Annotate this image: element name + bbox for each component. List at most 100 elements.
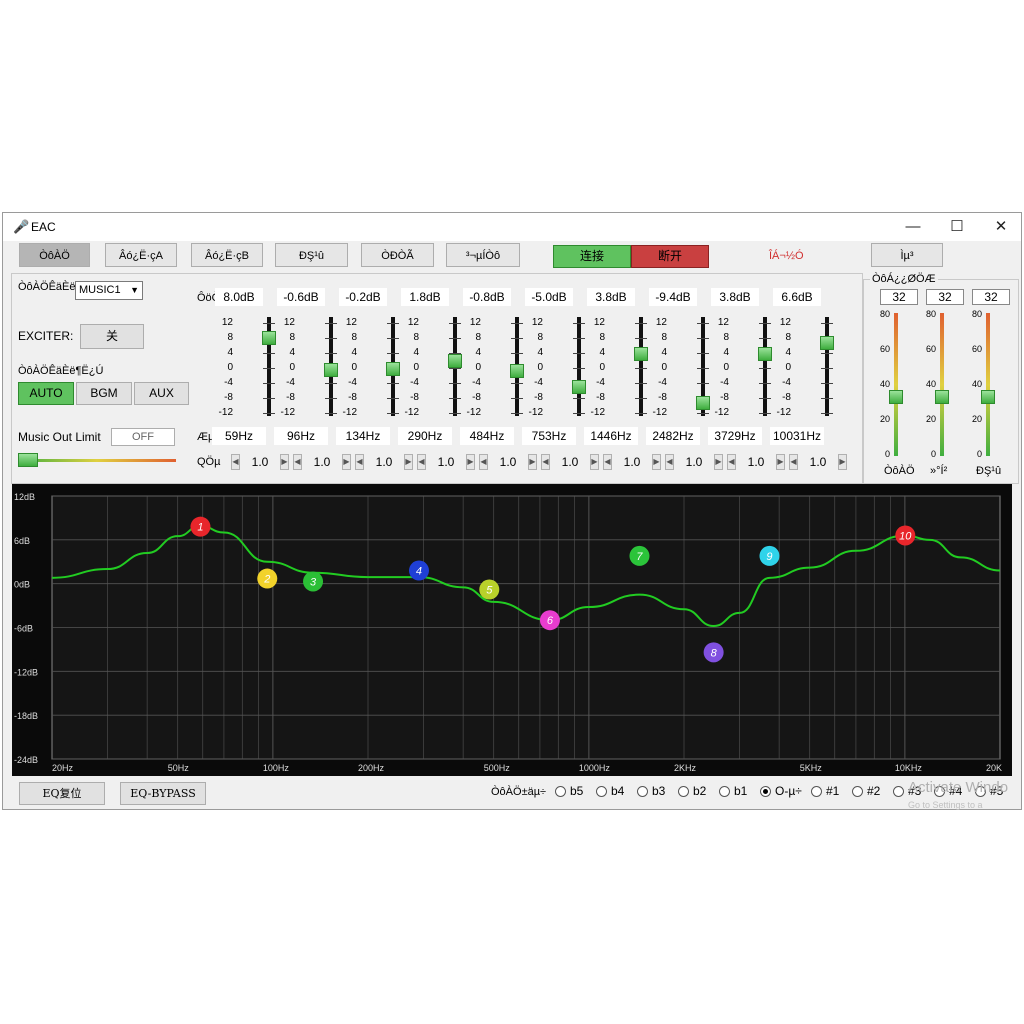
tab-mic-b[interactable]: Âó¿Ë·çB <box>191 243 263 267</box>
band-slider-thumb[interactable] <box>262 331 276 345</box>
band-slider-track[interactable] <box>825 317 829 416</box>
band-slider-track[interactable] <box>639 317 643 416</box>
source-select[interactable]: MUSIC1 ▼ <box>75 281 143 300</box>
q-increase-arrow[interactable]: ▶ <box>404 454 413 470</box>
q-decrease-arrow[interactable]: ◀ <box>789 454 798 470</box>
volume-slider-thumb[interactable] <box>935 390 949 404</box>
tab-mic-a[interactable]: Âó¿Ë·çA <box>105 243 177 267</box>
band-slider-track[interactable] <box>577 317 581 416</box>
band-q-spinner[interactable]: ◀ 1.0 ▶ <box>417 453 475 471</box>
volume-slider-track[interactable] <box>940 313 944 456</box>
radio-circle[interactable] <box>719 786 730 798</box>
volume-slider-thumb[interactable] <box>889 390 903 404</box>
band-slider-thumb[interactable] <box>758 346 772 361</box>
radio-circle[interactable] <box>852 786 863 798</box>
band-freq-value[interactable]: 10031Hz <box>770 427 824 445</box>
band-freq-value[interactable]: 753Hz <box>522 427 576 445</box>
q-decrease-arrow[interactable]: ◀ <box>293 454 302 470</box>
close-button[interactable]: ✕ <box>979 215 1023 239</box>
q-decrease-arrow[interactable]: ◀ <box>479 454 488 470</box>
q-increase-arrow[interactable]: ▶ <box>776 454 785 470</box>
band-q-spinner[interactable]: ◀ 1.0 ▶ <box>541 453 599 471</box>
q-decrease-arrow[interactable]: ◀ <box>231 454 240 470</box>
q-decrease-arrow[interactable]: ◀ <box>541 454 550 470</box>
limit-slider-thumb[interactable] <box>18 453 38 467</box>
volume-slider-track[interactable] <box>986 313 990 456</box>
band-freq-value[interactable]: 3729Hz <box>708 427 762 445</box>
minimize-button[interactable]: — <box>891 215 935 239</box>
radio-circle[interactable] <box>893 786 904 798</box>
q-decrease-arrow[interactable]: ◀ <box>417 454 426 470</box>
band-slider-thumb[interactable] <box>448 354 462 369</box>
band-freq-value[interactable]: 1446Hz <box>584 427 638 445</box>
q-increase-arrow[interactable]: ▶ <box>528 454 537 470</box>
band-slider-thumb[interactable] <box>324 363 338 378</box>
band-slider-thumb[interactable] <box>386 361 400 376</box>
volume-slider-track[interactable] <box>894 313 898 456</box>
preset-radio[interactable]: b3 <box>637 784 665 798</box>
disconnect-button[interactable]: 断开 <box>631 245 709 268</box>
q-increase-arrow[interactable]: ▶ <box>838 454 847 470</box>
maximize-button[interactable]: ☐ <box>935 215 979 239</box>
preset-radio[interactable]: b4 <box>596 784 624 798</box>
band-q-spinner[interactable]: ◀ 1.0 ▶ <box>355 453 413 471</box>
preset-radio[interactable]: #1 <box>811 784 839 798</box>
band-slider-thumb[interactable] <box>510 364 524 378</box>
q-increase-arrow[interactable]: ▶ <box>466 454 475 470</box>
radio-circle[interactable] <box>811 786 822 798</box>
band-q-spinner[interactable]: ◀ 1.0 ▶ <box>479 453 537 471</box>
tab-music[interactable]: ÒôÀÖ <box>19 243 90 267</box>
volume-value-box[interactable]: 32 <box>972 289 1010 305</box>
band-q-spinner[interactable]: ◀ 1.0 ▶ <box>727 453 785 471</box>
band-q-spinner[interactable]: ◀ 1.0 ▶ <box>231 453 289 471</box>
music-out-limit-value[interactable]: OFF <box>111 428 175 446</box>
tab-effect[interactable]: ÐŞ¹û <box>275 243 348 267</box>
band-freq-value[interactable]: 59Hz <box>212 427 266 445</box>
eq-bypass-button[interactable]: EQ-BYPASS <box>120 782 206 805</box>
connect-button[interactable]: 连接 <box>553 245 631 268</box>
band-slider-thumb[interactable] <box>572 379 586 394</box>
tab-system[interactable]: ÒÐÒÃ <box>361 243 434 267</box>
radio-circle[interactable] <box>760 786 771 798</box>
band-freq-value[interactable]: 290Hz <box>398 427 452 445</box>
band-q-spinner[interactable]: ◀ 1.0 ▶ <box>789 453 847 471</box>
band-q-spinner[interactable]: ◀ 1.0 ▶ <box>293 453 351 471</box>
band-slider-thumb[interactable] <box>820 336 834 351</box>
q-decrease-arrow[interactable]: ◀ <box>665 454 674 470</box>
band-freq-value[interactable]: 484Hz <box>460 427 514 445</box>
band-q-spinner[interactable]: ◀ 1.0 ▶ <box>603 453 661 471</box>
band-slider-thumb[interactable] <box>634 346 648 361</box>
q-decrease-arrow[interactable]: ◀ <box>603 454 612 470</box>
tab-extra[interactable]: Ìµ³ <box>871 243 943 267</box>
preset-radio[interactable]: O-µ÷ <box>760 784 802 798</box>
band-q-spinner[interactable]: ◀ 1.0 ▶ <box>665 453 723 471</box>
preset-radio[interactable]: b1 <box>719 784 747 798</box>
q-increase-arrow[interactable]: ▶ <box>280 454 289 470</box>
volume-value-box[interactable]: 32 <box>880 289 918 305</box>
mode-aux-button[interactable]: AUX <box>134 382 189 405</box>
band-slider-track[interactable] <box>763 317 767 416</box>
q-increase-arrow[interactable]: ▶ <box>652 454 661 470</box>
eq-reset-button[interactable]: EQ复位 <box>19 782 105 805</box>
band-freq-value[interactable]: 96Hz <box>274 427 328 445</box>
tab-subwoofer[interactable]: ³¬µÍÒô <box>446 243 520 267</box>
volume-slider-thumb[interactable] <box>981 390 995 404</box>
radio-circle[interactable] <box>596 786 607 798</box>
mode-bgm-button[interactable]: BGM <box>76 382 132 405</box>
radio-circle[interactable] <box>678 786 689 798</box>
preset-radio[interactable]: b5 <box>555 784 583 798</box>
preset-radio[interactable]: #2 <box>852 784 880 798</box>
band-slider-thumb[interactable] <box>696 396 710 411</box>
q-increase-arrow[interactable]: ▶ <box>590 454 599 470</box>
q-increase-arrow[interactable]: ▶ <box>342 454 351 470</box>
q-decrease-arrow[interactable]: ◀ <box>727 454 736 470</box>
volume-value-box[interactable]: 32 <box>926 289 964 305</box>
mode-auto-button[interactable]: AUTO <box>18 382 74 405</box>
exciter-toggle[interactable]: 关 <box>80 324 144 349</box>
radio-circle[interactable] <box>637 786 648 798</box>
preset-radio[interactable]: b2 <box>678 784 706 798</box>
q-increase-arrow[interactable]: ▶ <box>714 454 723 470</box>
band-freq-value[interactable]: 134Hz <box>336 427 390 445</box>
q-decrease-arrow[interactable]: ◀ <box>355 454 364 470</box>
radio-circle[interactable] <box>555 786 566 798</box>
